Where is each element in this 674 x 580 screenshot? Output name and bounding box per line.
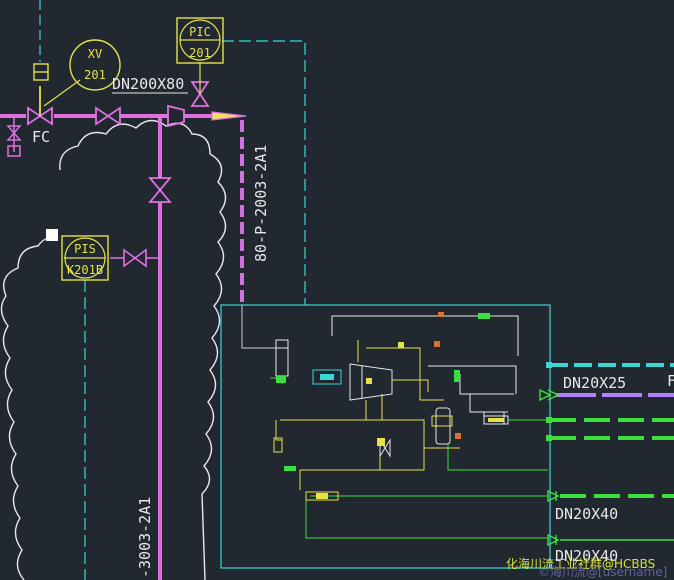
pis-tag-label: PIS — [74, 242, 96, 256]
xv-actuator-link — [43, 79, 81, 107]
pid-drawing-canvas[interactable]: XV 201 PIC 201 PIS K201B FC DN200X80 80-… — [0, 0, 674, 580]
xv-actuator-icon — [33, 63, 49, 81]
pis-branch-valve[interactable] — [123, 248, 147, 268]
header-end-cap — [211, 111, 247, 121]
gate-valve-vertical[interactable] — [148, 177, 172, 203]
outlet-1-cut-label: F — [667, 372, 674, 390]
compressor-skid[interactable] — [270, 312, 548, 539]
outlet-check-valve-1[interactable] — [539, 388, 560, 402]
pic-201-control-valve[interactable] — [190, 62, 210, 107]
reducer-size-label: DN200X80 — [112, 75, 184, 93]
skid-top-loop — [331, 315, 519, 356]
gate-valve-header[interactable] — [95, 106, 121, 126]
pic-201-instrument[interactable]: PIC 201 — [176, 17, 224, 64]
watermark-secondary: ©海川流@[username] — [538, 564, 667, 579]
revision-cloud — [0, 119, 227, 580]
pic-number-label: 201 — [189, 46, 211, 60]
package-boundary[interactable] — [220, 304, 551, 569]
line-number-lower-label: -3003-2A1 — [136, 497, 154, 578]
xv-201-valve[interactable] — [27, 86, 53, 126]
pic-tag-label: PIC — [189, 25, 211, 39]
line-number-label: 80-P-2003-2A1 — [252, 145, 270, 262]
line-80-p-2003-to-skid — [241, 305, 278, 349]
fail-closed-label: FC — [32, 128, 50, 146]
xv-tag-label: XV — [88, 47, 102, 61]
outlet-1-size-label: DN20X25 — [563, 374, 626, 392]
pis-number-label: K201B — [67, 263, 103, 277]
marker-square — [46, 229, 58, 241]
xv-number-label: 201 — [84, 68, 106, 82]
process-lines — [0, 114, 212, 580]
inlet-separator[interactable] — [275, 339, 289, 377]
outlet-2-size-label: DN20X40 — [555, 505, 618, 523]
pis-k201b-instrument[interactable]: PIS K201B — [61, 235, 109, 281]
skid-top-valve — [478, 313, 490, 319]
skid-yellow-piping — [275, 340, 460, 490]
